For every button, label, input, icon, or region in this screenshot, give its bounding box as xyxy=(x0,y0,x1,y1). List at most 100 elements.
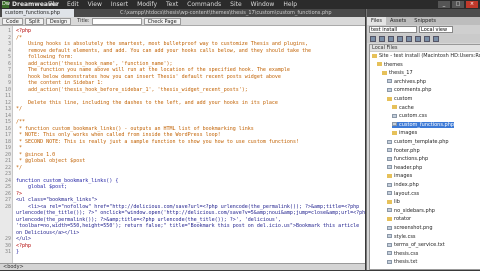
title-input[interactable] xyxy=(91,17,142,25)
tree-file[interactable]: custom.css xyxy=(392,113,427,119)
tree-file[interactable]: index.php xyxy=(387,182,419,188)
design-view-button[interactable]: Design xyxy=(45,17,72,25)
code-line[interactable]: add_action('thesis_hook_before_sidebar_1… xyxy=(16,87,248,93)
check-page-button[interactable]: Check Page xyxy=(143,17,181,25)
code-line[interactable]: <li><a rel="nofollow" href="http://delic… xyxy=(16,204,359,210)
tree-folder[interactable]: themes xyxy=(377,62,403,68)
code-line[interactable]: The function you name above will run at … xyxy=(16,67,290,73)
code-line[interactable]: </ul> xyxy=(16,236,31,242)
tree-file[interactable]: footer.php xyxy=(387,148,420,154)
tree-folder[interactable]: images xyxy=(392,130,417,136)
tree-file[interactable]: header.php xyxy=(387,165,422,171)
file-icon xyxy=(387,225,392,230)
code-line[interactable]: 'toolbar=no,width=550,height=550'); retu… xyxy=(16,223,359,229)
put-files-icon[interactable] xyxy=(397,35,403,42)
code-line[interactable]: * NOTE: This only works when called from… xyxy=(16,132,221,138)
code-line[interactable]: function custom_bookmark_links() { xyxy=(16,178,118,184)
minimize-button[interactable]: _ xyxy=(438,1,450,8)
tree-file[interactable]: custom_template.php xyxy=(387,139,449,145)
tree-folder[interactable]: Site - test install (Macintosh HD:Users:… xyxy=(372,53,480,59)
code-line[interactable]: * function custom_bookmark_links() - out… xyxy=(16,126,254,132)
tree-file[interactable]: comments.php xyxy=(387,87,431,93)
menu-file[interactable]: File xyxy=(48,0,58,9)
tab-snippets[interactable]: Snippets xyxy=(410,17,440,25)
split-view-button[interactable]: Split xyxy=(24,17,44,25)
tree-file[interactable]: custom_functions.php xyxy=(392,121,455,128)
line-number: 10 xyxy=(4,86,11,93)
code-line[interactable]: <?php xyxy=(16,243,31,249)
menu-modify[interactable]: Modify xyxy=(137,0,157,9)
tree-file[interactable]: style.css xyxy=(387,234,416,240)
code-line[interactable]: } xyxy=(16,249,19,255)
tree-file[interactable]: no_sidebars.php xyxy=(387,208,435,214)
code-line[interactable]: ?> xyxy=(16,191,22,197)
tree-file[interactable]: thesis.txt xyxy=(387,259,417,265)
tree-file[interactable]: thesis.css xyxy=(387,251,418,257)
menu-site[interactable]: Site xyxy=(230,0,242,9)
connect-icon[interactable] xyxy=(370,35,376,42)
menu-help[interactable]: Help xyxy=(283,0,297,9)
tree-folder[interactable]: rotator xyxy=(387,216,411,222)
line-number: 18 xyxy=(4,138,11,145)
menu-edit[interactable]: Edit xyxy=(67,0,79,9)
code-line[interactable]: */ xyxy=(16,106,22,112)
code-line[interactable]: <ul class="bookmark_links"> xyxy=(16,197,97,203)
code-line[interactable]: urlencode(the_title()); ?>" onclick="win… xyxy=(16,210,365,216)
code-line[interactable]: * @global object $post xyxy=(16,158,85,164)
tree-folder[interactable]: images xyxy=(387,173,412,179)
document-tab[interactable]: custom_functions.php (XHTML) xyxy=(2,9,74,24)
tree-folder[interactable]: custom xyxy=(387,96,412,102)
code-line[interactable]: add_action('thesis_hook_name', 'function… xyxy=(16,61,173,67)
line-number: 21 xyxy=(4,158,11,164)
menu-commands[interactable]: Commands xyxy=(187,0,221,9)
tree-file[interactable]: screenshot.png xyxy=(387,225,433,231)
check-in-icon[interactable] xyxy=(415,35,421,42)
tree-file[interactable]: functions.php xyxy=(387,156,428,162)
file-icon xyxy=(387,182,392,187)
menu-window[interactable]: Window xyxy=(251,0,275,9)
code-line[interactable]: on Delicious</a></li> xyxy=(16,230,79,236)
tree-folder[interactable]: thesis_17 xyxy=(382,70,413,76)
code-line[interactable]: urlencode(the_permalink()); ?>&amp;title… xyxy=(16,217,281,223)
tree-label: custom_template.php xyxy=(394,139,449,145)
code-line[interactable]: the content in Sidebar 1: xyxy=(16,80,103,86)
line-number: 22 xyxy=(4,164,11,171)
site-select[interactable]: test install xyxy=(369,26,417,33)
code-line[interactable]: * SECOND NOTE: This is really just a sam… xyxy=(16,139,299,145)
code-line[interactable]: Using hooks is absolutely the smartest, … xyxy=(16,41,308,47)
code-line[interactable]: global $post; xyxy=(16,184,67,190)
panel-tabs: Files Assets Snippets xyxy=(367,17,480,25)
menu-text[interactable]: Text xyxy=(166,0,178,9)
code-view-button[interactable]: Code xyxy=(2,17,23,25)
tree-folder[interactable]: cache xyxy=(392,105,414,111)
code-line[interactable]: Delete this line, including the dashes t… xyxy=(16,100,278,106)
code-line[interactable]: * @since 1.0 xyxy=(16,152,55,158)
tree-folder[interactable]: lib xyxy=(387,199,400,205)
tree-label: terms_of_service.txt xyxy=(394,242,445,249)
code-line[interactable]: following form: xyxy=(16,54,73,60)
code-line[interactable]: <?php xyxy=(16,28,31,34)
check-out-icon[interactable] xyxy=(406,35,412,42)
menu-view[interactable]: View xyxy=(88,0,102,9)
menu-insert[interactable]: Insert xyxy=(111,0,128,9)
refresh-icon[interactable] xyxy=(379,35,385,42)
code-editor[interactable]: <?php/* Using hooks is absolutely the sm… xyxy=(13,26,365,267)
code-line[interactable]: */ xyxy=(16,165,22,171)
code-line[interactable]: /** xyxy=(16,119,25,125)
expand-icon[interactable] xyxy=(433,35,439,42)
file-icon xyxy=(387,139,392,144)
tree-file[interactable]: terms_of_service.txt xyxy=(387,242,445,248)
code-line[interactable]: /* xyxy=(16,35,22,41)
tab-assets[interactable]: Assets xyxy=(386,17,410,25)
close-button[interactable]: × xyxy=(466,1,478,8)
maximize-button[interactable]: □ xyxy=(452,1,464,8)
tab-files[interactable]: Files xyxy=(367,17,386,25)
tree-file[interactable]: archives.php xyxy=(387,79,426,85)
code-line[interactable]: * xyxy=(16,145,22,151)
view-select[interactable]: Local view xyxy=(419,26,453,33)
get-files-icon[interactable] xyxy=(388,35,394,42)
code-line[interactable]: hook below demonstrates how you can inse… xyxy=(16,74,281,80)
tree-file[interactable]: layout.css xyxy=(387,191,419,197)
code-line[interactable]: remove default elements, and add. You ca… xyxy=(16,48,311,54)
sync-icon[interactable] xyxy=(424,35,430,42)
